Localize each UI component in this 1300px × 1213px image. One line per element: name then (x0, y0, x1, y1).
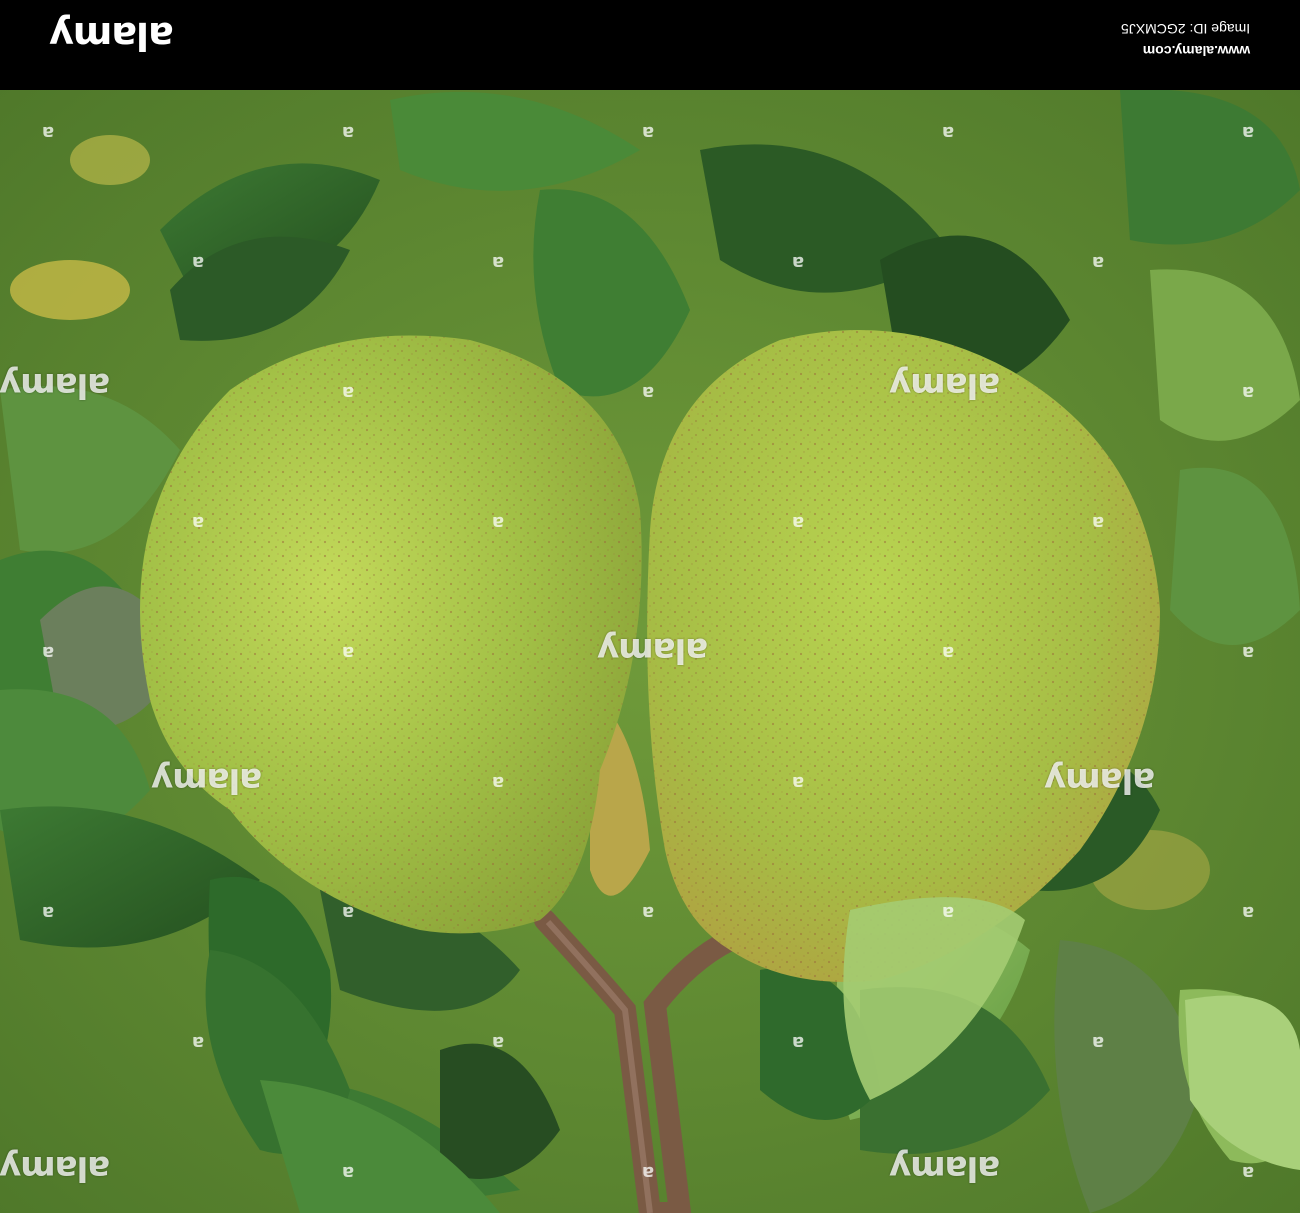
watermark-mark: a (1242, 642, 1255, 663)
watermark-text: alamy (598, 630, 709, 670)
watermark-mark: a (342, 902, 355, 923)
watermark-text: alamy (1045, 760, 1156, 800)
watermark-mark: a (792, 772, 805, 793)
watermark-mark: a (492, 252, 505, 273)
watermark-text: alamy (890, 1148, 1001, 1188)
watermark-mark: a (42, 122, 55, 143)
watermark-mark: a (342, 382, 355, 403)
watermark-banner: alamy www.alamy.com Image ID: 2GCMXJ5 (0, 0, 1300, 90)
image-id: Image ID: 2GCMXJ5 (1120, 21, 1250, 37)
watermark-mark: a (42, 902, 55, 923)
watermark-mark: a (192, 252, 205, 273)
watermark-mark: a (942, 122, 955, 143)
watermark-mark: a (1092, 512, 1105, 533)
watermark-mark: a (792, 1032, 805, 1053)
watermark-text: alamy (0, 365, 111, 405)
watermark-mark: a (642, 1162, 655, 1183)
watermark-mark: a (1092, 252, 1105, 273)
brand-logo: alamy (50, 14, 174, 58)
watermark-mark: a (1242, 122, 1255, 143)
watermark-mark: a (492, 772, 505, 793)
watermark-text: alamy (152, 760, 263, 800)
watermark-mark: a (492, 1032, 505, 1053)
watermark-mark: a (342, 122, 355, 143)
watermark-mark: a (792, 252, 805, 273)
watermark-mark: a (1242, 1162, 1255, 1183)
watermark-mark: a (342, 1162, 355, 1183)
watermark-mark: a (642, 902, 655, 923)
watermark-mark: a (492, 512, 505, 533)
site-url: www.alamy.com (1142, 43, 1250, 59)
watermark-mark: a (192, 1032, 205, 1053)
watermark-mark: a (942, 902, 955, 923)
watermark-mark: a (1242, 902, 1255, 923)
watermark-mark: a (642, 122, 655, 143)
watermark-mark: a (642, 382, 655, 403)
watermark-mark: a (42, 642, 55, 663)
watermark-mark: a (342, 642, 355, 663)
watermark-mark: a (792, 512, 805, 533)
photo: alamy alamy alamy alamy alamy alamy alam… (0, 90, 1300, 1213)
watermark-text: alamy (890, 365, 1001, 405)
watermark-mark: a (192, 512, 205, 533)
stock-photo-page: alamy www.alamy.com Image ID: 2GCMXJ5 al… (0, 0, 1300, 1213)
watermark-mark: a (1092, 1032, 1105, 1053)
watermark-text: alamy (0, 1148, 111, 1188)
watermark-mark: a (1242, 382, 1255, 403)
image-meta: www.alamy.com Image ID: 2GCMXJ5 (1120, 21, 1250, 59)
watermark-mark: a (942, 642, 955, 663)
